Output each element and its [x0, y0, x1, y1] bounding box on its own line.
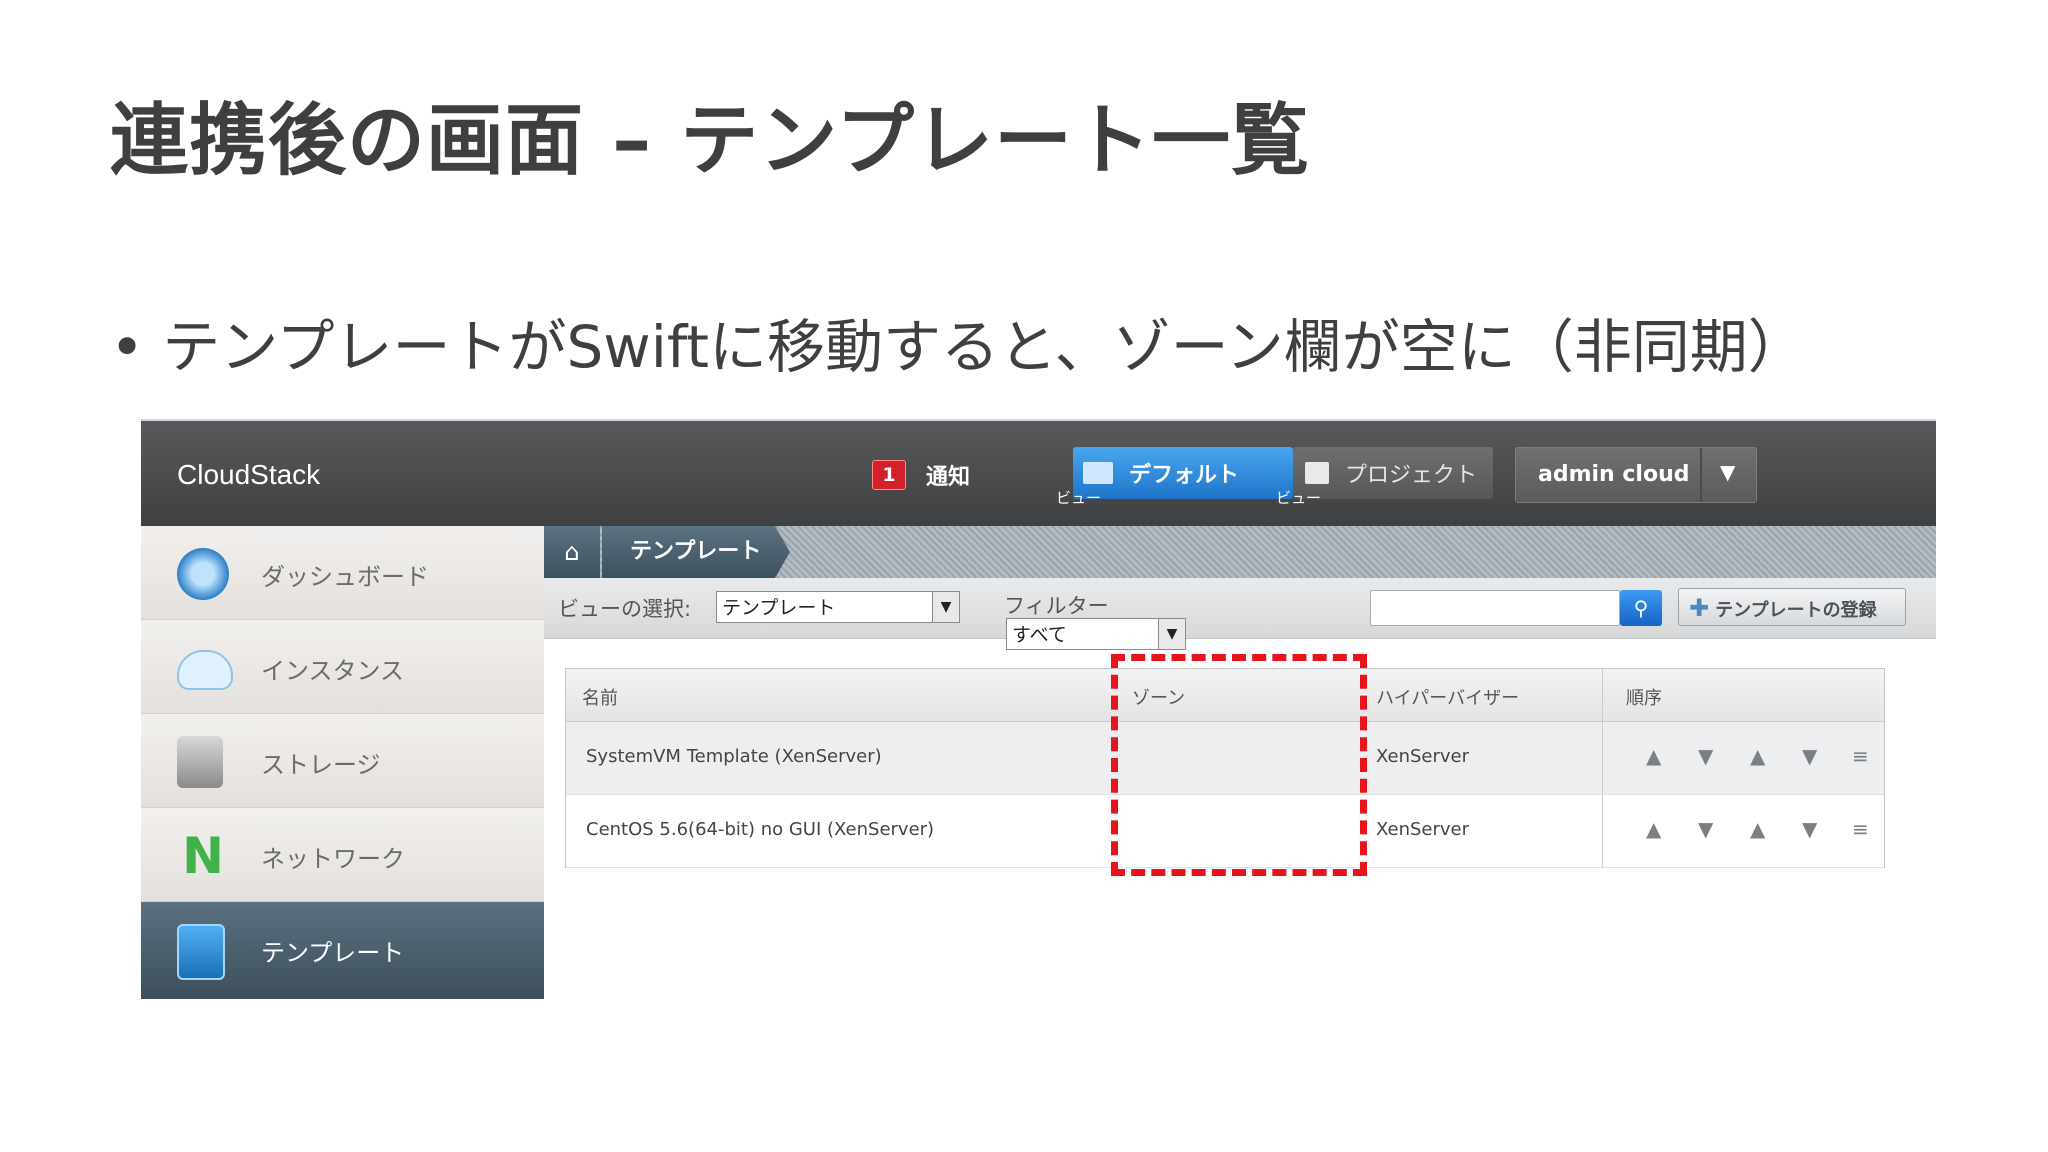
sidebar-item-templates[interactable]: テンプレート — [141, 902, 544, 999]
move-up-icon[interactable]: ▲ — [1750, 744, 1765, 768]
sidebar-item-network[interactable]: N ネットワーク — [141, 808, 544, 902]
project-view-sublabel: ビュー — [1276, 489, 1322, 507]
top-bar: CloudStack 1 通知 デフォルト ビュー プロジェクト ビュー adm… — [141, 421, 1936, 526]
cloudstack-screenshot: CloudStack 1 通知 デフォルト ビュー プロジェクト ビュー adm… — [141, 419, 1936, 999]
order-actions: ▲ ▼ ▲ ▼ ≡ — [1626, 813, 1869, 847]
project-view-label: プロジェクト — [1345, 463, 1478, 488]
notifications-button[interactable]: 1 通知 — [872, 459, 970, 491]
template-hypervisor: XenServer — [1376, 746, 1470, 767]
bullet-marker: • — [110, 313, 145, 381]
move-bottom-icon[interactable]: ▼ — [1698, 817, 1713, 841]
move-down-icon[interactable]: ▼ — [1802, 744, 1817, 768]
view-select-value: テンプレート — [722, 597, 836, 619]
zone-column-highlight — [1111, 654, 1367, 876]
template-hypervisor: XenServer — [1376, 819, 1470, 840]
sidebar-item-instances[interactable]: インスタンス — [141, 620, 544, 714]
chevron-down-icon: ▼ — [932, 592, 959, 622]
view-select-label: ビューの選択: — [558, 597, 692, 621]
search-input[interactable] — [1370, 590, 1620, 626]
filter-select[interactable]: すべて ▼ — [1006, 618, 1186, 650]
move-down-icon[interactable]: ▼ — [1802, 817, 1817, 841]
column-divider — [1602, 669, 1603, 867]
move-up-icon[interactable]: ▲ — [1750, 817, 1765, 841]
template-icon — [177, 924, 225, 980]
app-logo: CloudStack — [177, 459, 321, 490]
filter-label: フィルター — [1004, 594, 1109, 618]
sidebar-item-label: ネットワーク — [261, 845, 405, 873]
move-bottom-icon[interactable]: ▼ — [1698, 744, 1713, 768]
slide-title: 連携後の画面 – テンプレート一覧 — [110, 96, 1310, 186]
sidebar: ダッシュボード インスタンス ストレージ N ネットワーク テンプレート — [141, 526, 544, 999]
chevron-down-icon[interactable]: ▼ — [1720, 460, 1735, 484]
add-template-label: テンプレートの登録 — [1715, 600, 1877, 621]
bullet-text-line: • テンプレートがSwiftに移動すると、ゾーン欄が空に（非同期） — [110, 300, 1806, 384]
notification-count-badge: 1 — [872, 460, 906, 490]
box-icon — [1305, 462, 1329, 484]
user-name: admin cloud — [1538, 462, 1690, 487]
breadcrumb-current[interactable]: テンプレート — [602, 526, 790, 578]
network-icon: N — [182, 827, 224, 885]
template-name[interactable]: SystemVM Template (XenServer) — [586, 746, 882, 767]
chevron-down-icon: ▼ — [1158, 619, 1185, 649]
filter-select-value: すべて — [1012, 624, 1067, 646]
column-header-name[interactable]: 名前 — [582, 684, 618, 710]
add-template-button[interactable]: ✚ テンプレートの登録 — [1678, 588, 1906, 626]
column-header-hypervisor[interactable]: ハイパーバイザー — [1376, 684, 1519, 710]
toolbar: ビューの選択: テンプレート ▼ フィルター すべて ▼ ⚲ ✚ テンプレートの登… — [544, 578, 1936, 650]
sidebar-item-storage[interactable]: ストレージ — [141, 714, 544, 808]
sidebar-item-label: テンプレート — [261, 939, 405, 967]
column-header-order[interactable]: 順序 — [1626, 684, 1662, 710]
plus-icon: ✚ — [1689, 594, 1710, 622]
user-menu-divider — [1700, 448, 1702, 502]
hard-disk-icon — [177, 736, 223, 788]
breadcrumb: ⌂ テンプレート — [544, 526, 1936, 578]
sidebar-item-label: ダッシュボード — [261, 563, 429, 591]
sidebar-item-label: ストレージ — [261, 751, 381, 779]
search-icon[interactable]: ⚲ — [1620, 590, 1662, 626]
default-view-sublabel: ビュー — [1056, 489, 1102, 507]
user-menu[interactable]: admin cloud ▼ — [1515, 447, 1757, 503]
move-top-icon[interactable]: ▲ — [1646, 817, 1661, 841]
bullet-text: テンプレートがSwiftに移動すると、ゾーン欄が空に（非同期） — [162, 313, 1806, 381]
order-actions: ▲ ▼ ▲ ▼ ≡ — [1626, 740, 1869, 774]
move-top-icon[interactable]: ▲ — [1646, 744, 1661, 768]
template-name[interactable]: CentOS 5.6(64-bit) no GUI (XenServer) — [586, 819, 934, 840]
cloud-icon — [177, 650, 233, 690]
drag-handle-icon[interactable]: ≡ — [1852, 817, 1869, 841]
drag-handle-icon[interactable]: ≡ — [1852, 744, 1869, 768]
default-view-button[interactable]: デフォルト — [1073, 447, 1293, 499]
folder-icon — [1083, 462, 1113, 484]
sidebar-item-label: インスタンス — [261, 657, 405, 685]
view-select[interactable]: テンプレート ▼ — [716, 591, 960, 623]
notifications-label: 通知 — [926, 465, 971, 490]
sidebar-item-dashboard[interactable]: ダッシュボード — [141, 526, 544, 620]
dashboard-gauge-icon — [177, 548, 229, 600]
project-view-button[interactable]: プロジェクト — [1293, 447, 1493, 499]
home-icon[interactable]: ⌂ — [544, 526, 600, 578]
default-view-label: デフォルト — [1129, 463, 1240, 488]
